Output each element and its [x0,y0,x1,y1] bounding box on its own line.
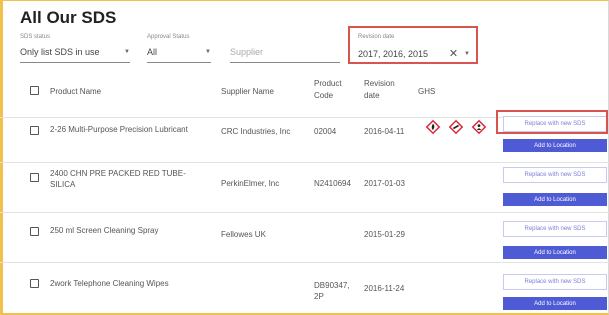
revision-date: 2015-01-29 [364,230,405,239]
replace-button-highlight [496,110,608,134]
header-product-name[interactable]: Product Name [50,86,101,98]
row-checkbox[interactable] [30,173,39,182]
supplier-placeholder: Supplier [230,47,264,57]
revision-date-highlight [348,26,478,64]
revision-date: 2016-04-11 [364,127,405,136]
header-revision-date[interactable]: Revision date [364,78,395,102]
product-name[interactable]: 2-26 Multi-Purpose Precision Lubricant [50,124,188,135]
product-code: N2410694 [314,179,351,188]
table-row: 2work Telephone Cleaning Wipes DB90347, … [0,262,609,313]
row-checkbox[interactable] [30,227,39,236]
product-name[interactable]: 2400 CHN PRE PACKED RED TUBE- SILICA [50,168,186,190]
header-supplier-name[interactable]: Supplier Name [221,86,274,98]
page-title: All Our SDS [20,8,117,27]
product-code: DB90347, 2P [314,281,350,301]
approval-status-value: All [147,47,158,57]
supplier-name: PerkinElmer, Inc [221,179,280,188]
header-ghs: GHS [418,87,436,96]
approval-status-filter[interactable]: Approval Status All ▼ [147,33,211,63]
sds-status-label: SDS status [20,34,51,40]
table-row: 2400 CHN PRE PACKED RED TUBE- SILICA Per… [0,162,609,213]
add-to-location-button[interactable]: Add to Location [503,139,607,152]
add-to-location-button[interactable]: Add to Location [503,193,607,206]
supplier-filter[interactable]: Supplier [230,33,340,63]
supplier-name: Fellowes UK [221,230,266,239]
replace-with-new-sds-button[interactable]: Replace with new SDS [503,274,607,290]
chevron-down-icon: ▼ [205,49,211,55]
approval-status-label: Approval Status [147,34,190,40]
supplier-name: CRC Industries, Inc [221,127,291,136]
row-checkbox[interactable] [30,126,39,135]
exclamation-pictogram-icon [449,120,463,134]
sds-status-value: Only list SDS in use [20,47,100,57]
flammable-pictogram-icon [426,120,440,134]
sds-status-filter[interactable]: SDS status Only list SDS in use ▼ [20,33,130,63]
replace-with-new-sds-button[interactable]: Replace with new SDS [503,221,607,237]
select-all-checkbox[interactable] [30,86,39,95]
product-name[interactable]: 2work Telephone Cleaning Wipes [50,278,169,289]
product-code: 02004 [314,127,337,136]
revision-date: 2016-11-24 [364,284,405,293]
chevron-down-icon: ▼ [124,49,130,55]
product-name[interactable]: 250 ml Screen Cleaning Spray [50,225,159,236]
table-row: 250 ml Screen Cleaning Spray Fellowes UK… [0,212,609,263]
revision-date: 2017-01-03 [364,179,405,188]
add-to-location-button[interactable]: Add to Location [503,297,607,310]
row-checkbox[interactable] [30,279,39,288]
replace-with-new-sds-button[interactable]: Replace with new SDS [503,167,607,183]
header-product-code[interactable]: Product Code [314,78,342,102]
health-hazard-pictogram-icon [472,120,486,134]
add-to-location-button[interactable]: Add to Location [503,246,607,259]
